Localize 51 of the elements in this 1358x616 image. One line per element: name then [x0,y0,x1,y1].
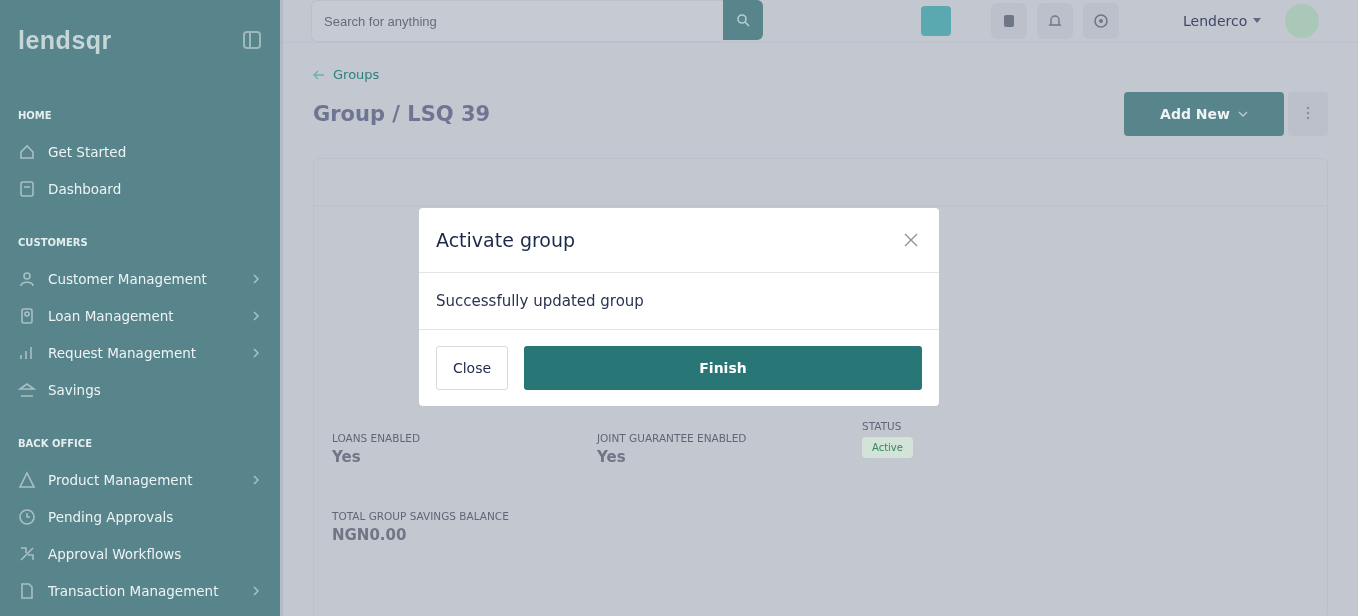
dialog-title: Activate group [436,229,576,251]
nav-item[interactable]: Savings [18,371,262,408]
field-value: Yes [332,448,362,466]
search-icon [736,13,750,27]
nav-item[interactable]: Product Management [18,461,262,498]
page-title: Group / LSQ 39 [313,102,491,126]
nav-item[interactable]: Loan Management [18,297,262,334]
nav-item[interactable]: Get Started [18,133,262,170]
caret-icon [1253,18,1262,24]
nav-item[interactable]: Dashboard [18,170,262,207]
id-card-icon [18,306,36,325]
more-button[interactable] [1288,92,1328,136]
nav-item[interactable]: Transaction Management [18,572,262,609]
person-icon [18,269,36,288]
field-label: STATUS [862,420,903,432]
clipboard-icon [18,179,36,198]
field-label: JOINT GUARANTEE ENABLED [597,432,748,444]
section-title: HOME [18,110,53,121]
search-button[interactable] [723,0,763,40]
arrow-left-icon [313,69,325,80]
search-field[interactable]: Search for anything [311,0,723,42]
field-label: LOANS ENABLED [332,432,422,444]
nav-item[interactable]: Pending Approvals [18,498,262,535]
section-title: BACK OFFICE [18,438,93,449]
status-badge: Active [862,437,913,458]
chevron-down-icon [1237,111,1248,117]
avatar-icon[interactable] [1285,4,1320,38]
house-icon [18,142,36,161]
user-menu[interactable]: Lenderco [1177,12,1268,30]
field-value: NGN0.00 [332,526,408,544]
close-button[interactable]: Close [436,346,508,390]
field-label: TOTAL GROUP SAVINGS BALANCE [332,510,510,522]
back-link[interactable]: Groups [313,67,380,82]
finish-button[interactable]: Finish [524,346,922,390]
add-new-button[interactable]: Add New [1124,92,1284,136]
section-title: CUSTOMERS [18,237,89,248]
logo: lendsqr [18,25,112,55]
nav-item[interactable]: Request Management [18,334,262,371]
shuffle-icon [18,544,36,563]
dialog-message: Successfully updated group [419,273,939,330]
settings-icon[interactable] [1083,3,1119,39]
sidebar-toggle-icon[interactable] [242,30,262,50]
clock-icon [18,507,36,526]
nav-item[interactable]: Approval Workflows [18,535,262,572]
bell-icon[interactable] [1037,3,1073,39]
triangle-icon [18,470,36,489]
nav-item[interactable]: Customer Management [18,260,262,297]
field-value: Yes [597,448,627,466]
kebab-icon [1306,105,1310,120]
bank-icon [18,380,36,399]
document-icon [18,581,36,600]
